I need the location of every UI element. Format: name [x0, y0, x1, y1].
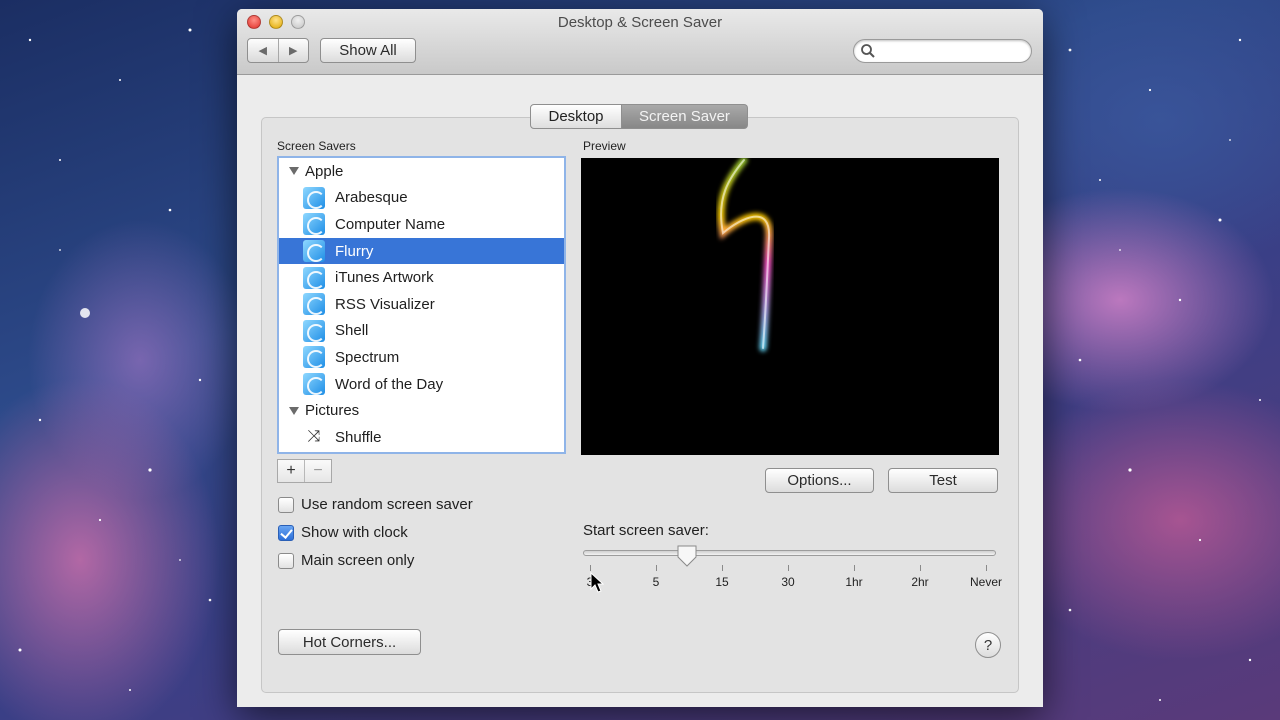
help-button[interactable]: ?: [975, 632, 1001, 658]
slider-tick-mark: [590, 565, 591, 571]
options-button[interactable]: Options...: [765, 468, 874, 493]
back-forward-control: ◀ ▶: [247, 38, 309, 63]
main-screen-only-checkbox[interactable]: Main screen only: [278, 552, 414, 569]
screen-saver-icon: [303, 319, 325, 342]
screen-saver-icon: [303, 373, 325, 396]
slider-tick-label: 5: [652, 575, 660, 589]
search-icon: [861, 44, 875, 58]
title-bar: Desktop & Screen Saver ◀ ▶ Show All: [237, 9, 1043, 75]
list-item[interactable]: Shell: [279, 318, 564, 345]
start-saver-slider-track[interactable]: [583, 550, 996, 556]
list-group-header[interactable]: Apple: [279, 158, 564, 185]
list-item-selected[interactable]: Flurry: [279, 237, 564, 265]
tab-bar: Desktop Screen Saver: [530, 104, 748, 129]
flurry-animation: [717, 158, 773, 352]
random-saver-checkbox[interactable]: Use random screen saver: [278, 496, 473, 513]
back-arrow-icon[interactable]: ◀: [248, 39, 279, 62]
tab-screen-saver[interactable]: Screen Saver: [622, 104, 748, 129]
screen-saver-icon: [303, 293, 325, 316]
slider-tick-mark: [854, 565, 855, 571]
shuffle-icon: ⤨: [307, 428, 321, 446]
list-item[interactable]: Spectrum: [279, 344, 564, 371]
forward-arrow-icon[interactable]: ▶: [279, 39, 309, 62]
screen-savers-label: Screen Savers: [277, 139, 356, 153]
slider-tick-label: 30: [781, 575, 795, 589]
remove-button[interactable]: −: [305, 460, 331, 482]
screen-saver-icon: [303, 346, 325, 369]
list-item[interactable]: RSS Visualizer: [279, 291, 564, 318]
checkbox-box-checked[interactable]: [278, 524, 294, 541]
slider-thumb[interactable]: [676, 544, 698, 568]
preferences-window: Desktop & Screen Saver ◀ ▶ Show All Desk…: [237, 9, 1043, 707]
list-item[interactable]: Word of the Day: [279, 371, 564, 398]
show-clock-checkbox[interactable]: Show with clock: [278, 524, 408, 541]
checkbox-box[interactable]: [278, 496, 294, 513]
slider-tick-label: 1hr: [845, 575, 863, 589]
add-button[interactable]: +: [278, 460, 305, 482]
slider-tick-mark: [920, 565, 921, 571]
slider-tick-label: 2hr: [911, 575, 929, 589]
slider-tick-mark: [656, 565, 657, 571]
show-all-button[interactable]: Show All: [320, 38, 416, 63]
slider-tick-mark: [788, 565, 789, 571]
screen-saver-icon: [303, 266, 325, 289]
hot-corners-button[interactable]: Hot Corners...: [278, 629, 421, 655]
mouse-cursor-icon: [590, 572, 604, 593]
slider-tick-label: 15: [715, 575, 729, 589]
window-title: Desktop & Screen Saver: [557, 14, 723, 31]
list-item[interactable]: Computer Name: [279, 211, 564, 238]
slider-tick-mark: [986, 565, 987, 571]
tab-desktop[interactable]: Desktop: [530, 104, 622, 129]
list-item[interactable]: Arabesque: [279, 185, 564, 212]
add-remove-control: + −: [277, 459, 332, 483]
checkbox-box[interactable]: [278, 552, 294, 569]
search-field[interactable]: [853, 39, 1032, 63]
slider-tick-label: Never: [969, 575, 1003, 589]
list-group-header[interactable]: Pictures: [279, 397, 564, 424]
screen-saver-preview: [581, 158, 999, 455]
screen-saver-icon: [303, 240, 325, 263]
preview-label: Preview: [583, 139, 626, 153]
list-item[interactable]: iTunes Artwork: [279, 264, 564, 291]
screen-saver-icon: [303, 213, 325, 236]
start-saver-label: Start screen saver:: [583, 522, 709, 539]
disclosure-triangle-icon[interactable]: [289, 167, 299, 176]
list-item[interactable]: ⤨ Shuffle: [279, 424, 564, 451]
disclosure-triangle-icon[interactable]: [289, 406, 299, 415]
screen-saver-list[interactable]: Apple Arabesque Computer Name Flurry iTu…: [277, 156, 566, 454]
slider-tick-mark: [722, 565, 723, 571]
test-button[interactable]: Test: [888, 468, 998, 493]
screen-saver-icon: [303, 186, 325, 209]
